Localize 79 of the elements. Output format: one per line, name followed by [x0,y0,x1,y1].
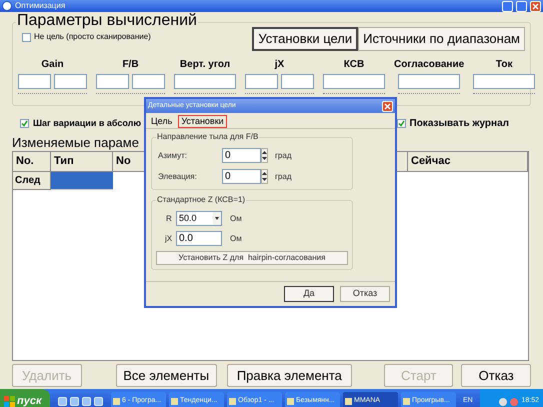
up-arrow-icon [262,150,267,154]
dialog-button[interactable]: Да [284,286,334,302]
field-label: Элевация: [158,170,198,182]
tick-scale [245,91,314,94]
app-icon [171,398,178,405]
input-field[interactable]: 0 [222,148,261,163]
group-title: Параметры вычислений [16,12,198,30]
group-title: Направление тыла для F/B [156,132,260,142]
input-field[interactable] [132,74,165,89]
param-label: КСВ [344,59,364,71]
tick-scale [473,91,536,94]
action-button[interactable]: Все элементы [116,364,217,387]
tab-button[interactable]: Установки цели [252,27,358,51]
group-title: Стандартное Z (КСВ=1) [156,195,246,205]
unit-label: град [275,150,292,162]
input-field[interactable] [174,74,236,89]
checkbox-label: Показывать журнал [410,117,509,131]
input-field[interactable] [18,74,51,89]
input-field[interactable] [281,74,314,89]
unit-label: Ом [230,232,242,244]
unit-label: град [275,170,292,182]
combo-value: 50.0 [178,212,198,225]
checkbox[interactable] [22,32,31,42]
app-icon [345,398,352,405]
field-label: Азимут: [158,150,188,162]
param-label: Верт. угол [180,59,230,71]
param-label: Gain [41,59,64,71]
tick-scale [323,91,385,94]
param-label: jX [274,59,284,71]
checkbox-label: Не цель (просто сканирование) [34,31,151,43]
spin-button[interactable] [261,148,268,163]
tick-scale [398,91,460,94]
window-title: Оптимизация [15,0,66,12]
app-icon [229,398,236,405]
dialog-button[interactable]: Отказ [340,286,390,302]
input-field[interactable] [323,74,385,89]
checkbox[interactable] [20,119,29,128]
param-label: Ток [496,59,512,71]
input-field[interactable] [96,74,129,89]
input-field[interactable] [398,74,460,89]
action-button[interactable]: Отказ [461,364,531,387]
start-button[interactable]: пуск [0,389,50,407]
row-header: След [13,172,51,190]
unit-label: Ом [230,212,242,224]
maximize-button[interactable] [516,0,527,12]
section-title: Изменяемые параме [12,134,139,151]
input-field[interactable] [473,74,536,89]
column-header: Сейчас [408,152,528,172]
down-arrow-icon [262,178,267,182]
close-button[interactable] [530,0,541,12]
input-field[interactable]: 0 [222,169,261,184]
tab[interactable]: Установки [178,115,227,128]
app-icon [403,398,410,405]
field-label: R [166,212,173,224]
input-field[interactable]: 0.0 [176,231,222,246]
app-icon [2,1,12,11]
table-cell[interactable] [51,172,113,190]
app-icon [113,398,120,405]
tab[interactable]: Цель [148,115,176,128]
tick-scale [96,91,165,94]
input-field[interactable] [245,74,278,89]
param-label: F/B [122,59,139,71]
down-arrow-icon [262,157,267,160]
app-icon [287,398,294,405]
minimize-button[interactable] [502,0,513,12]
field-label: jX [165,232,174,244]
param-label: Согласование [394,59,464,71]
close-button[interactable] [382,100,393,112]
windows-logo-icon [4,396,15,407]
action-button[interactable]: Правка элемента [226,364,352,387]
combo-box[interactable]: 50.0 [176,211,222,226]
tab-button[interactable]: Источники по диапазонам [358,27,525,51]
input-field[interactable] [54,74,87,89]
tick-scale [18,91,87,94]
tick-scale [174,91,236,94]
set-z-button[interactable]: Установить Z для hairpin-согласования [156,251,348,265]
spin-button[interactable] [261,169,268,184]
checkbox-label: Шаг вариации в абсолю [33,116,142,130]
up-arrow-icon [262,172,267,175]
